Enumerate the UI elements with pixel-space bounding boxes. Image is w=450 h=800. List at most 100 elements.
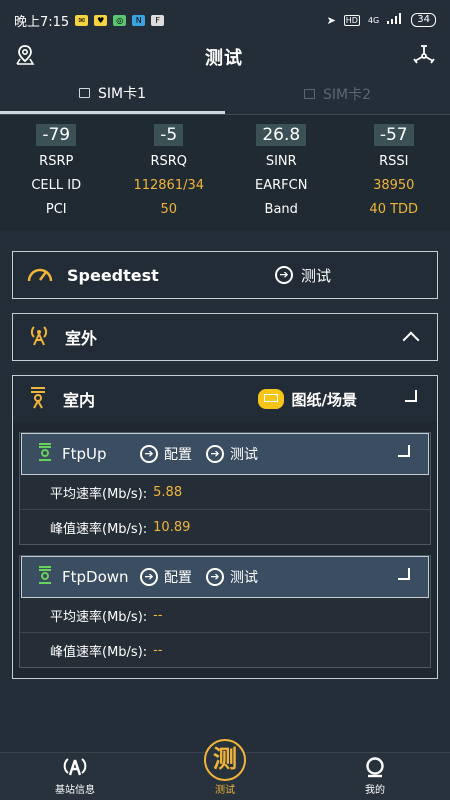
band-label: Band [264,201,298,217]
sim-icon [78,87,90,98]
test-icon: 测 [204,739,246,781]
arrow-right-icon: ➔ [140,568,158,586]
indoor-label: 室内 [63,391,96,410]
nav-profile[interactable]: 我的 [300,753,450,800]
sinr-value: 26.8 [256,124,307,146]
ftpdown-block: FtpDown ➔ 配置 ➔ 测试 平均速率(Mb/s): -- 峰值速率(Mb… [19,555,431,668]
ftpup-test-label: 测试 [230,447,258,463]
signal-icon [387,13,403,27]
ftpup-icon [36,442,54,466]
rssi-value: -57 [373,124,414,146]
ftpup-peak-value: 10.89 [153,519,191,535]
ftpup-header[interactable]: FtpUp ➔ 配置 ➔ 测试 [21,433,429,475]
ftpup-avg-label: 平均速率(Mb/s): [50,486,148,502]
ftpdown-header[interactable]: FtpDown ➔ 配置 ➔ 测试 [21,556,429,598]
speedometer-icon [27,263,53,287]
tab-sim2-label: SIM卡2 [322,87,371,103]
arrow-right-icon: ➔ [206,445,224,463]
ftpdown-config-button[interactable]: ➔ 配置 [140,567,192,587]
fan-icon[interactable] [412,43,436,71]
earfcn-value: 38950 [373,177,415,193]
notification-icon: ✉ [75,14,89,26]
nav-profile-label: 我的 [365,785,385,796]
indoor-header[interactable]: 室内 图纸/场景 [13,376,437,422]
tab-sim1[interactable]: SIM卡1 [0,74,225,114]
arrow-right-icon: ➔ [140,445,158,463]
map-pin-icon[interactable] [14,44,36,70]
location-icon: ➤ [326,13,336,27]
chevron-up-icon[interactable] [402,331,420,349]
earfcn-label: EARFCN [255,177,308,193]
test-glyph: 测 [213,745,237,773]
chevron-down-icon[interactable] [398,445,410,457]
ftpup-label: FtpUp [62,445,107,463]
profile-icon [364,756,386,781]
nav-test-label: 测试 [215,785,235,796]
chat-icon: ◎ [113,14,127,26]
status-bar: 晚上7:15 ✉ ♥ ◎ N F ➤ HD 4G 34 [0,0,450,40]
news-icon: N [132,14,146,26]
tab-sim1-label: SIM卡1 [97,85,146,102]
ftpup-config-label: 配置 [164,447,192,463]
ftpup-peak-row: 峰值速率(Mb/s): 10.89 [20,510,430,544]
app2-icon: F [151,14,165,26]
ftpdown-peak-value: -- [153,642,163,658]
net-label: 4G [367,15,380,25]
pci-label: PCI [45,201,67,217]
speedtest-test-label: 测试 [300,266,331,285]
ftpdown-peak-row: 峰值速率(Mb/s): -- [20,633,430,667]
rsrq-value: -5 [154,124,184,146]
ftpup-config-button[interactable]: ➔ 配置 [140,444,192,464]
sim-tabs: SIM卡1 SIM卡2 [0,74,450,115]
ftpdown-avg-row: 平均速率(Mb/s): -- [20,598,430,633]
ftpup-block: FtpUp ➔ 配置 ➔ 测试 平均速率(Mb/s): 5.88 峰值速率(Mb… [19,432,431,545]
nav-test[interactable]: 测 测试 [150,739,300,800]
indoor-section: 室内 图纸/场景 FtpUp ➔ 配置 ➔ 测试 平均速率(Mb/s): 5.8… [12,375,438,679]
ftpup-peak-label: 峰值速率(Mb/s): [50,521,148,537]
outdoor-card[interactable]: 室外 [12,313,438,361]
bottom-nav: 基站信息 测 测试 我的 [0,739,450,800]
rsrq-label: RSRQ [150,153,188,169]
rsrp-value: -79 [36,124,77,146]
arrow-right-icon: ➔ [274,266,293,284]
indoor-antenna-icon [27,385,49,413]
ftpup-test-button[interactable]: ➔ 测试 [206,444,258,464]
chevron-down-icon[interactable] [405,390,417,402]
rssi-label: RSSI [379,153,409,169]
ftpdown-avg-label: 平均速率(Mb/s): [50,609,148,625]
cell-id-value: 112861/34 [133,177,205,193]
band-value: 40 TDD [369,201,419,217]
sim-icon [303,89,315,99]
speedtest-test-button[interactable]: ➔ 测试 [274,265,331,286]
chevron-down-icon[interactable] [398,568,410,580]
speedtest-label: Speedtest [67,265,159,285]
ftpdown-avg-value: -- [153,607,163,623]
battery-indicator: 34 [411,13,436,27]
map-scene-label: 图纸/场景 [291,390,357,409]
indoor-body: FtpUp ➔ 配置 ➔ 测试 平均速率(Mb/s): 5.88 峰值速率(Mb… [13,422,437,678]
signal-metrics: -79 -5 26.8 -57 RSRP RSRQ SINR RSSI CELL… [0,115,450,231]
ftpdown-label: FtpDown [62,568,129,586]
ftpdown-icon [36,565,54,589]
pci-value: 50 [160,201,178,217]
sinr-label: SINR [265,153,297,169]
nav-base-station[interactable]: 基站信息 [0,753,150,800]
app-icon: ♥ [94,14,108,26]
page-title: 测试 [205,48,243,69]
hd-icon: HD [343,14,360,26]
map-scene-button[interactable]: 图纸/场景 [257,389,357,410]
rsrp-label: RSRP [39,153,74,169]
antenna-icon [62,756,88,781]
antenna-icon [27,323,51,351]
ftpup-avg-row: 平均速率(Mb/s): 5.88 [20,475,430,510]
arrow-right-icon: ➔ [206,568,224,586]
ftpdown-test-label: 测试 [230,570,258,586]
floorplan-icon [257,389,284,409]
ftpdown-peak-label: 峰值速率(Mb/s): [50,644,148,660]
ftpup-avg-value: 5.88 [153,484,183,500]
speedtest-card[interactable]: Speedtest ➔ 测试 [12,251,438,299]
cell-id-label: CELL ID [31,177,82,193]
ftpdown-config-label: 配置 [164,570,192,586]
ftpdown-test-button[interactable]: ➔ 测试 [206,567,258,587]
tab-sim2[interactable]: SIM卡2 [225,74,450,114]
